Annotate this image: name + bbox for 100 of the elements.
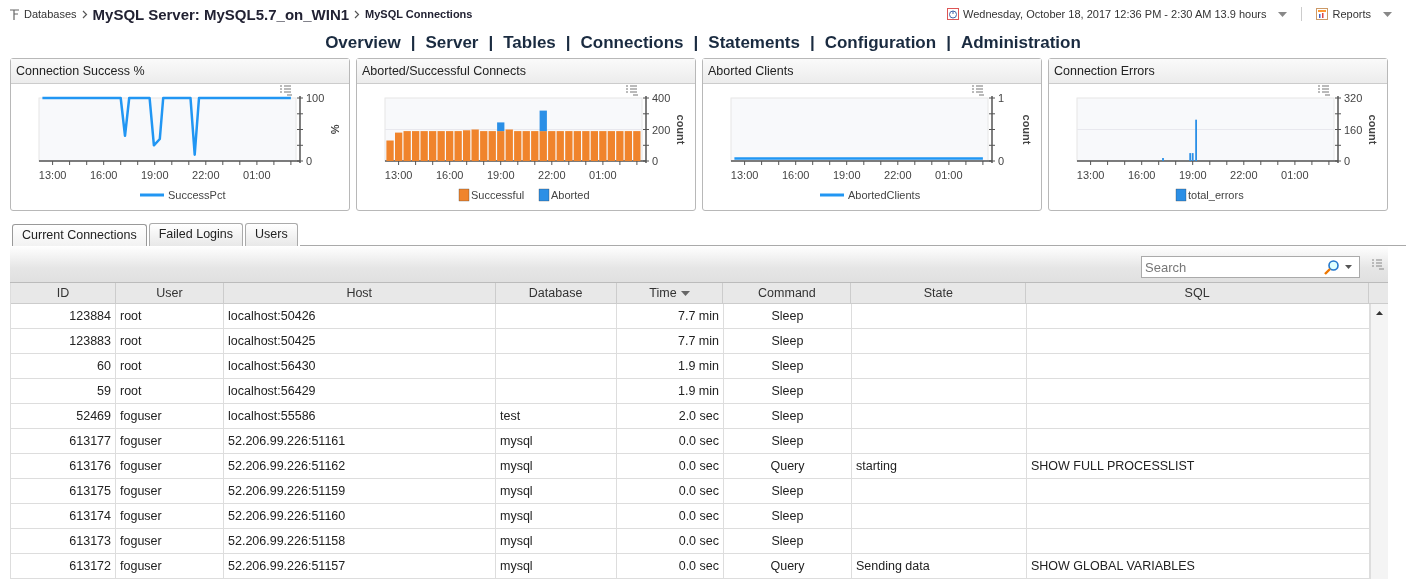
table-cell: Sleep <box>724 529 852 554</box>
x-tick-label: 19:00 <box>832 169 861 181</box>
y-tick-label: 160 <box>1344 123 1363 136</box>
chevron-icon <box>354 9 361 19</box>
table-cell: 123883 <box>11 329 116 354</box>
table-cell: localhost:55586 <box>224 404 496 429</box>
column-header[interactable]: Command <box>723 283 852 303</box>
time-range-selector[interactable]: Wednesday, October 18, 2017 12:36 PM - 2:30 AM 13.9 hours <box>946 8 1288 20</box>
column-header[interactable]: State <box>851 283 1027 303</box>
x-tick-label: 19:00 <box>1178 169 1207 181</box>
table-cell: 613177 <box>11 429 116 454</box>
legend-label: AbortedClients <box>848 189 921 201</box>
nav-separator: | <box>565 33 571 53</box>
y-tick-label: 0 <box>652 155 659 167</box>
table-cell: root <box>116 329 224 354</box>
y-tick-label: 0 <box>998 155 1005 167</box>
nav-link[interactable]: Tables <box>503 33 556 53</box>
column-menu-icon <box>1372 258 1384 270</box>
legend-line <box>140 193 164 197</box>
nav-separator: | <box>946 33 951 53</box>
table-cell: root <box>116 354 224 379</box>
table-cell: 7.7 min <box>617 304 724 329</box>
table-cell: mysql <box>496 529 617 554</box>
y-tick-label: 1 <box>998 92 1005 104</box>
chevron-icon <box>81 9 88 19</box>
table-cell: localhost:56430 <box>224 354 496 379</box>
column-header[interactable]: Time <box>616 283 724 303</box>
up-level-icon <box>10 8 19 20</box>
nav-link[interactable]: Administration <box>960 33 1081 53</box>
table-cell: 52469 <box>11 404 116 429</box>
x-tick-label: 01:00 <box>243 169 271 181</box>
table-cell: mysql <box>496 479 617 504</box>
table-cell: Sleep <box>724 379 852 404</box>
table-cell: test <box>496 404 617 429</box>
nav-link[interactable]: Connections <box>580 33 684 53</box>
reports-menu[interactable]: Reports <box>1316 8 1392 20</box>
column-header[interactable]: User <box>115 283 224 303</box>
nav-link[interactable]: Statements <box>708 33 800 53</box>
column-header[interactable]: ID <box>11 283 116 303</box>
x-tick-label: 01:00 <box>935 169 963 181</box>
table-cell: root <box>116 379 224 404</box>
x-tick-label: 16:00 <box>781 169 810 181</box>
chart-menu-icon <box>625 85 639 96</box>
chart-menu-icon <box>279 85 293 96</box>
y-axis-label: % <box>329 124 341 135</box>
table-cell: Sleep <box>724 479 852 504</box>
nav-link[interactable]: Server <box>425 33 479 53</box>
x-tick-label: 16:00 <box>435 169 464 181</box>
dropdown-caret-icon <box>1278 11 1288 17</box>
tab[interactable]: Users <box>245 223 298 246</box>
legend-swatch <box>538 188 550 202</box>
legend-swatch <box>458 188 470 202</box>
y-axis <box>988 95 996 164</box>
table-cell: Sleep <box>724 429 852 454</box>
table-cell: 1.9 min <box>617 379 724 404</box>
legend-label: total_errors <box>1188 189 1244 201</box>
x-tick-label: 22:00 <box>1230 169 1258 181</box>
chart-menu-icon <box>1317 85 1331 96</box>
y-axis <box>296 95 304 164</box>
breadcrumb-link[interactable]: Databases <box>24 8 77 20</box>
y-tick-label: 320 <box>1344 92 1363 104</box>
column-header[interactable]: SQL <box>1026 283 1369 303</box>
scrollbar[interactable] <box>1370 304 1388 579</box>
x-tick-label: 16:00 <box>89 169 118 181</box>
table-cell: Query <box>724 554 852 579</box>
table-cell: 613173 <box>11 529 116 554</box>
nav-link[interactable]: Configuration <box>824 33 937 53</box>
table-cell: 0.0 sec <box>617 479 724 504</box>
y-axis <box>1334 95 1342 164</box>
tab[interactable]: Current Connections <box>12 224 147 246</box>
x-tick-label: 01:00 <box>1281 169 1309 181</box>
table-cell: SHOW FULL PROCESSLIST <box>1027 454 1370 479</box>
x-tick-label: 13:00 <box>1076 169 1105 181</box>
table-cell: 0.0 sec <box>617 504 724 529</box>
column-header[interactable]: Database <box>495 283 617 303</box>
table-cell: mysql <box>496 554 617 579</box>
table-cell: 52.206.99.226:51159 <box>224 479 496 504</box>
x-tick-label: 13:00 <box>38 169 67 181</box>
table-cell: 60 <box>11 354 116 379</box>
scroll-up-icon <box>1376 311 1383 315</box>
tab[interactable]: Failed Logins <box>148 223 243 246</box>
column-header[interactable]: Host <box>223 283 496 303</box>
y-axis-label: count <box>1367 114 1379 145</box>
y-axis-label: count <box>1021 114 1033 145</box>
x-tick-label: 13:00 <box>730 169 759 181</box>
table-cell: Sleep <box>724 329 852 354</box>
table-cell: 1.9 min <box>617 354 724 379</box>
legend-label: Successful <box>471 189 525 201</box>
table-cell: 52.206.99.226:51157 <box>224 554 496 579</box>
table-cell: 52.206.99.226:51161 <box>224 429 496 454</box>
table-cell: 52.206.99.226:51162 <box>224 454 496 479</box>
legend-swatch <box>1175 188 1187 202</box>
table-cell: 613175 <box>11 479 116 504</box>
search-field[interactable]: Search <box>1141 256 1360 278</box>
table-cell: 0.0 sec <box>617 454 724 479</box>
nav-link[interactable]: Overview <box>325 33 401 53</box>
legend-label: Aborted <box>551 189 590 201</box>
x-tick-label: 16:00 <box>1127 169 1156 181</box>
table-cell: 7.7 min <box>617 329 724 354</box>
search-icon <box>1324 259 1340 275</box>
